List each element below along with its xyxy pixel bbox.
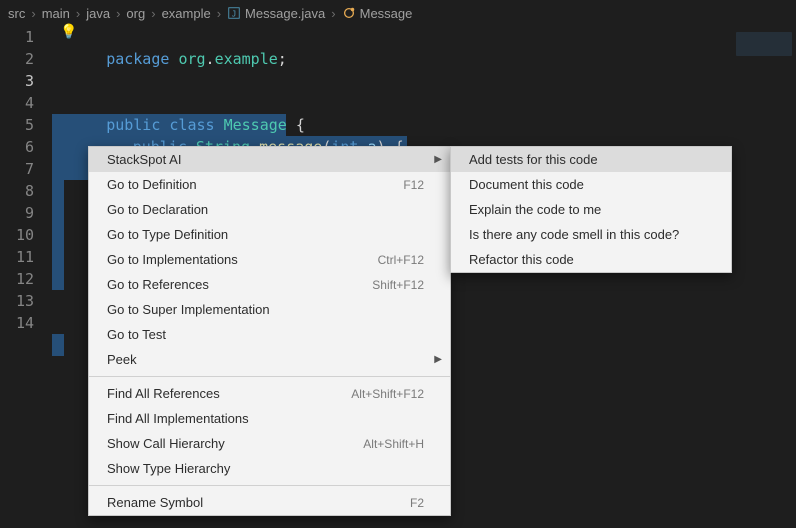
breadcrumb-item[interactable]: example — [162, 6, 211, 21]
chevron-right-icon: › — [331, 6, 335, 21]
minimap[interactable] — [736, 32, 792, 56]
menu-item-label: Go to Super Implementation — [107, 302, 270, 317]
breadcrumb-item[interactable]: main — [42, 6, 70, 21]
chevron-right-icon: › — [76, 6, 80, 21]
breadcrumb-item[interactable]: org — [126, 6, 145, 21]
menu-item-label: Peek — [107, 352, 137, 367]
line-number: 10 — [0, 224, 34, 246]
breadcrumb[interactable]: src › main › java › org › example › J Me… — [0, 0, 796, 26]
menu-item-label: Refactor this code — [469, 252, 574, 267]
chevron-right-icon: › — [217, 6, 221, 21]
menu-item-label: Find All References — [107, 386, 220, 401]
menu-item-shortcut: Shift+F12 — [372, 278, 424, 292]
menu-item-shortcut: F12 — [403, 178, 424, 192]
breadcrumb-item[interactable]: src — [8, 6, 25, 21]
breadcrumb-file[interactable]: J Message.java — [227, 6, 325, 21]
line-number: 2 — [0, 48, 34, 70]
menu-item-explain-code[interactable]: Explain the code to me — [451, 197, 731, 222]
menu-item-label: Go to Test — [107, 327, 166, 342]
menu-item-go-to-test[interactable]: Go to Test — [89, 322, 450, 347]
menu-item-shortcut: Alt+Shift+H — [363, 437, 424, 451]
line-number: 11 — [0, 246, 34, 268]
chevron-right-icon: › — [116, 6, 120, 21]
context-submenu: Add tests for this code Document this co… — [450, 146, 732, 273]
code-line: ····public String message(int a) { — [52, 92, 796, 114]
line-number: 8 — [0, 180, 34, 202]
menu-item-stackspot-ai[interactable]: StackSpot AI ▶ Add tests for this code D… — [89, 147, 450, 172]
line-number: 1 — [0, 26, 34, 48]
menu-item-go-to-declaration[interactable]: Go to Declaration — [89, 197, 450, 222]
menu-item-go-to-definition[interactable]: Go to Definition F12 — [89, 172, 450, 197]
menu-item-go-to-super[interactable]: Go to Super Implementation — [89, 297, 450, 322]
menu-item-label: Go to Definition — [107, 177, 197, 192]
line-number: 3 — [0, 70, 34, 92]
svg-text:J: J — [232, 10, 237, 19]
context-menu: StackSpot AI ▶ Add tests for this code D… — [88, 146, 451, 516]
editor-gutter: 1 2 3 4 5 6 7 8 9 10 11 12 13 14 — [0, 26, 52, 334]
menu-item-label: Find All Implementations — [107, 411, 249, 426]
menu-item-show-type-hierarchy[interactable]: Show Type Hierarchy — [89, 456, 450, 481]
menu-item-show-call-hierarchy[interactable]: Show Call Hierarchy Alt+Shift+H — [89, 431, 450, 456]
menu-item-label: Show Type Hierarchy — [107, 461, 230, 476]
line-number: 6 — [0, 136, 34, 158]
menu-item-label: Go to References — [107, 277, 209, 292]
menu-item-rename-symbol[interactable]: Rename Symbol F2 — [89, 490, 450, 515]
breadcrumb-symbol[interactable]: Message — [342, 6, 413, 21]
menu-item-code-smell[interactable]: Is there any code smell in this code? — [451, 222, 731, 247]
code-line: public class Message { — [52, 70, 796, 92]
class-icon — [342, 6, 356, 20]
menu-item-label: Go to Implementations — [107, 252, 238, 267]
chevron-right-icon: › — [151, 6, 155, 21]
lightbulb-icon[interactable]: 💡 — [60, 23, 77, 40]
menu-item-peek[interactable]: Peek ▶ — [89, 347, 450, 372]
menu-item-find-all-references[interactable]: Find All References Alt+Shift+F12 — [89, 381, 450, 406]
menu-item-label: Rename Symbol — [107, 495, 203, 510]
chevron-right-icon: ▶ — [434, 354, 442, 365]
menu-item-label: Go to Type Definition — [107, 227, 228, 242]
java-file-icon: J — [227, 6, 241, 20]
menu-item-document-code[interactable]: Document this code — [451, 172, 731, 197]
menu-item-go-to-type-definition[interactable]: Go to Type Definition — [89, 222, 450, 247]
menu-item-go-to-implementations[interactable]: Go to Implementations Ctrl+F12 — [89, 247, 450, 272]
menu-item-label: Document this code — [469, 177, 584, 192]
menu-item-add-tests[interactable]: Add tests for this code — [451, 147, 731, 172]
menu-item-label: Explain the code to me — [469, 202, 601, 217]
line-number: 13 — [0, 290, 34, 312]
menu-item-go-to-references[interactable]: Go to References Shift+F12 — [89, 272, 450, 297]
line-number: 12 — [0, 268, 34, 290]
menu-separator — [89, 376, 450, 377]
line-number: 14 — [0, 312, 34, 334]
menu-item-label: Add tests for this code — [469, 152, 598, 167]
line-number: 7 — [0, 158, 34, 180]
line-number: 9 — [0, 202, 34, 224]
chevron-right-icon: › — [31, 6, 35, 21]
menu-separator — [89, 485, 450, 486]
line-number: 4 — [0, 92, 34, 114]
menu-item-find-all-implementations[interactable]: Find All Implementations — [89, 406, 450, 431]
menu-item-label: StackSpot AI — [107, 152, 181, 167]
menu-item-label: Show Call Hierarchy — [107, 436, 225, 451]
line-number: 5 — [0, 114, 34, 136]
menu-item-shortcut: Alt+Shift+F12 — [351, 387, 424, 401]
code-line: package org.example; — [52, 26, 796, 48]
menu-item-refactor[interactable]: Refactor this code — [451, 247, 731, 272]
breadcrumb-item[interactable]: java — [86, 6, 110, 21]
chevron-right-icon: ▶ — [434, 154, 442, 165]
menu-item-label: Go to Declaration — [107, 202, 208, 217]
menu-item-shortcut: F2 — [410, 496, 424, 510]
menu-item-shortcut: Ctrl+F12 — [378, 253, 424, 267]
menu-item-label: Is there any code smell in this code? — [469, 227, 679, 242]
